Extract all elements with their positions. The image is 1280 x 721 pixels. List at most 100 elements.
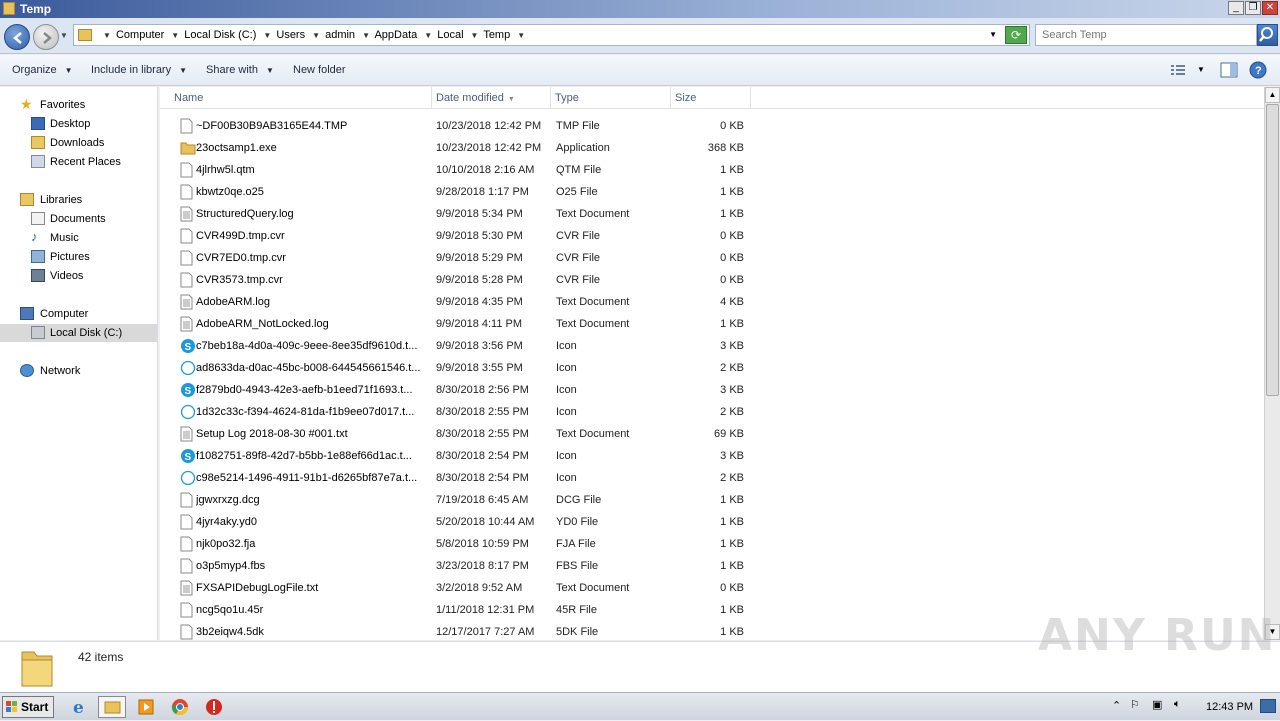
close-button[interactable]: ✕ [1262,1,1278,15]
taskbar-ie[interactable]: e [66,696,94,718]
file-size: 3 KB [720,340,744,352]
file-row[interactable]: jgwxrxzg.dcg 7/19/2018 6:45 AM DCG File 1 K… [160,489,760,511]
file-type-icon [180,360,196,376]
show-hidden-icons-icon[interactable]: ⌃ [1112,699,1121,712]
search-field[interactable] [1035,24,1257,46]
taskbar-media-player[interactable] [132,696,160,718]
file-row[interactable]: Sc7beb18a-4d0a-409c-9eee-8ee35df9610d.t.… [160,335,760,357]
sidebar-item-label: Pictures [50,251,90,263]
file-row[interactable]: AdobeARM.log 9/9/2018 4:35 PM Text Documen… [160,291,760,313]
forward-button[interactable] [33,24,59,50]
column-header-name[interactable]: Name [170,87,432,109]
file-row[interactable]: CVR3573.tmp.cvr 9/9/2018 5:28 PM CVR File 0… [160,269,760,291]
sidebar-favorites[interactable]: ★ Favorites [0,96,157,114]
preview-pane-icon[interactable] [1220,62,1238,78]
breadcrumb-local[interactable]: Local [437,29,463,41]
file-size: 1 KB [720,186,744,198]
chevron-down-icon[interactable]: ▼ [424,31,432,40]
file-row[interactable]: ~DF00B30B9AB3165E44.TMP 10/23/2018 12:42 … [160,115,760,137]
file-row[interactable]: kbwtz0qe.o25 9/28/2018 1:17 PM O25 File 1 K… [160,181,760,203]
file-row[interactable]: c98e5214-1496-4911-91b1-d6265bf87e7a.t..… [160,467,760,489]
chevron-down-icon[interactable]: ▼ [312,31,320,40]
chevron-down-icon[interactable]: ▼ [103,31,111,40]
refresh-button[interactable]: ⟳ [1005,26,1027,44]
sidebar-libraries[interactable]: Libraries [0,191,157,209]
sidebar-item-local-disk[interactable]: Local Disk (C:) [0,324,157,342]
file-row[interactable]: 23octsamp1.exe 10/23/2018 12:42 PM Applica… [160,137,760,159]
file-type-icon [180,294,193,310]
network-status-icon[interactable]: ▣ [1152,698,1162,711]
navigation-pane: ★ Favorites Desktop Downloads Recent Pla… [0,87,158,640]
taskbar-explorer[interactable] [98,696,126,718]
restore-button[interactable]: ❐ [1245,1,1261,15]
file-row[interactable]: StructuredQuery.log 9/9/2018 5:34 PM Text … [160,203,760,225]
file-row[interactable]: AdobeARM_NotLocked.log 9/9/2018 4:11 PM Te… [160,313,760,335]
chevron-down-icon[interactable]: ▼ [471,31,479,40]
column-header-label: Size [675,92,697,104]
breadcrumb-local-disk[interactable]: Local Disk (C:) [184,29,256,41]
chevron-down-icon[interactable]: ▼ [171,31,179,40]
address-bar[interactable]: ▼ Computer ▼ Local Disk (C:) ▼ Users ▼ admi… [73,24,1030,46]
include-in-library-button[interactable]: Include in library ▼ [91,64,187,76]
view-options-icon[interactable] [1170,63,1186,77]
sidebar-network[interactable]: Network [0,362,157,380]
sidebar-item-videos[interactable]: Videos [0,267,157,285]
scroll-thumb[interactable] [1266,104,1279,396]
breadcrumb-temp[interactable]: Temp [483,29,510,41]
file-row[interactable]: 1d32c33c-f394-4624-81da-f1b9ee07d017.t..… [160,401,760,423]
view-dropdown[interactable]: ▼ [1197,65,1205,74]
file-row[interactable]: ad8633da-d0ac-45bc-b008-644545661546.t..… [160,357,760,379]
breadcrumb-admin[interactable]: admin [325,29,355,41]
file-row[interactable]: CVR499D.tmp.cvr 9/9/2018 5:30 PM CVR File 0… [160,225,760,247]
column-header-date[interactable]: Date modified ▼ [432,87,551,109]
sidebar-item-music[interactable]: ♪ Music [0,229,157,247]
sidebar-item-downloads[interactable]: Downloads [0,134,157,152]
vertical-scrollbar[interactable]: ▲ ▼ [1264,87,1280,640]
column-header-type[interactable]: Type [551,87,671,109]
breadcrumb-users[interactable]: Users [276,29,305,41]
column-header-size[interactable]: Size [671,87,751,109]
search-button[interactable] [1257,24,1278,46]
minimize-button[interactable]: _ [1228,1,1244,15]
file-row[interactable]: ncg5qo1u.45r 1/11/2018 12:31 PM 45R File 1 … [160,599,760,621]
address-history-dropdown[interactable]: ▼ [989,30,997,39]
chevron-down-icon[interactable]: ▼ [263,31,271,40]
new-folder-button[interactable]: New folder [293,64,346,76]
file-row[interactable]: 4jlrhw5l.qtm 10/10/2018 2:16 AM QTM File 1 … [160,159,760,181]
breadcrumb-appdata[interactable]: AppData [374,29,417,41]
sidebar-item-recent-places[interactable]: Recent Places [0,153,157,171]
sidebar-item-documents[interactable]: Documents [0,210,157,228]
file-row[interactable]: Sf1082751-89f8-42d7-b5bb-1e88ef66d1ac.t.… [160,445,760,467]
volume-icon[interactable]: 🔈︎ [1174,698,1181,711]
scroll-up-button[interactable]: ▲ [1265,87,1280,103]
file-row[interactable]: FXSAPIDebugLogFile.txt 3/2/2018 9:52 AM Te… [160,577,760,599]
help-icon[interactable]: ? [1249,61,1267,79]
sidebar-computer[interactable]: Computer [0,305,157,323]
file-row[interactable]: CVR7ED0.tmp.cvr 9/9/2018 5:29 PM CVR File 0… [160,247,760,269]
file-row[interactable]: 4jyr4aky.yd0 5/20/2018 10:44 AM YD0 File 1 … [160,511,760,533]
file-row[interactable]: Sf2879bd0-4943-42e3-aefb-b1eed71f1693.t.… [160,379,760,401]
action-center-flag-icon[interactable]: ⚐ [1130,698,1140,711]
file-icon [180,184,193,200]
file-row[interactable]: Setup Log 2018-08-30 #001.txt 8/30/2018 2… [160,423,760,445]
show-desktop-button[interactable] [1260,699,1276,713]
system-clock[interactable]: 12:43 PM [1206,701,1253,713]
file-row[interactable]: njk0po32.fja 5/8/2018 10:59 PM FJA File 1 K… [160,533,760,555]
organize-button[interactable]: Organize ▼ [12,64,73,76]
taskbar-chrome[interactable] [166,696,194,718]
search-input[interactable] [1040,26,1240,44]
share-with-button[interactable]: Share with ▼ [206,64,274,76]
taskbar-app-red[interactable] [200,696,228,718]
file-row[interactable]: o3p5myp4.fbs 3/23/2018 8:17 PM FBS File 1 K… [160,555,760,577]
file-icon [180,558,193,574]
start-button[interactable]: Start [2,696,54,718]
sidebar-item-pictures[interactable]: Pictures [0,248,157,266]
file-row[interactable]: 3b2eiqw4.5dk 12/17/2017 7:27 AM 5DK File 1 … [160,621,760,640]
chevron-down-icon[interactable]: ▼ [517,31,525,40]
breadcrumb-computer[interactable]: Computer [116,29,164,41]
recent-pages-dropdown[interactable]: ▼ [60,31,68,40]
chevron-down-icon: ▼ [265,66,274,75]
sidebar-item-desktop[interactable]: Desktop [0,115,157,133]
back-button[interactable] [4,24,30,50]
chevron-down-icon[interactable]: ▼ [362,31,370,40]
